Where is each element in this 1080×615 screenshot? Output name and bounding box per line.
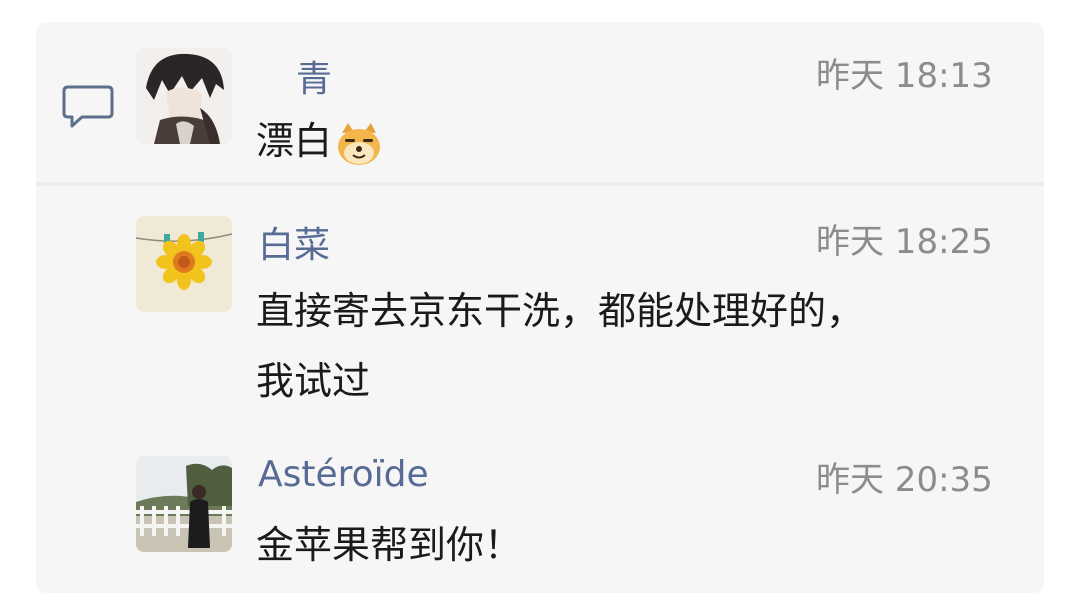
comment-text-content: 漂白 [256, 119, 333, 163]
comment-text: 金苹果帮到你！ [256, 523, 523, 567]
doge-emoji-icon [338, 122, 381, 165]
comment-time: 昨天 20:35 [816, 460, 993, 500]
commenter-name[interactable]: Astéroïde [258, 454, 429, 495]
comment-text: 漂白 [256, 110, 384, 172]
avatar[interactable] [136, 48, 232, 144]
comment-text-line: 直接寄去京东干洗，都能处理好的， [256, 289, 865, 333]
divider [36, 182, 1044, 186]
avatar-sunflower-image [136, 216, 232, 312]
comment-text-line: 我试过 [256, 359, 371, 403]
avatar-photo-image [136, 456, 232, 552]
comment-time: 昨天 18:25 [816, 222, 993, 262]
commenter-name[interactable]: 白菜 [258, 216, 330, 268]
comment-time: 昨天 18:13 [816, 56, 993, 96]
comment-icon [62, 85, 114, 128]
commenter-name[interactable]: 青 [296, 50, 332, 102]
avatar-anime-boy-image [136, 48, 232, 144]
avatar[interactable] [136, 216, 232, 312]
avatar[interactable] [136, 456, 232, 552]
